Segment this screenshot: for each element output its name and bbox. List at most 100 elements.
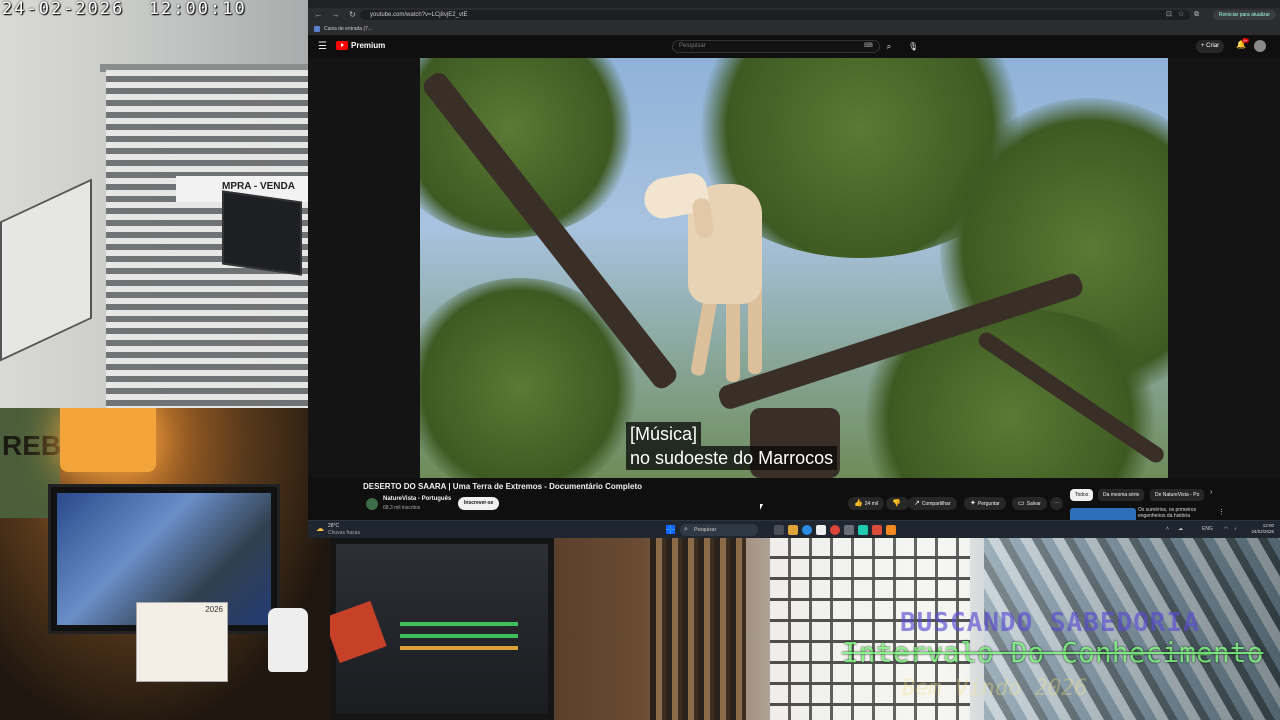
overlay-title-1: BUSCANDO SABEDORIA (900, 608, 1200, 638)
goat (641, 154, 804, 394)
channel-avatar[interactable] (366, 498, 378, 510)
weather-icon[interactable]: ☁ (316, 524, 324, 533)
channel-name[interactable]: NatureVista - Português (383, 496, 451, 502)
forward-icon[interactable]: → (331, 8, 340, 22)
notification-badge: 9+ (1242, 38, 1249, 43)
bookshelf (650, 538, 746, 720)
captions: [Música] no sudoeste do Marrocos (626, 422, 838, 470)
audio-track (400, 622, 518, 626)
avatar[interactable] (1254, 40, 1266, 52)
back-icon[interactable]: ← (314, 8, 323, 22)
audio-track (400, 634, 518, 638)
mouse-pointer-icon (760, 504, 763, 510)
reload-icon[interactable]: ↻ (348, 8, 357, 22)
tab-strip[interactable] (308, 0, 1280, 8)
overlay-title-3: Bem Vindo 2026 (902, 676, 1088, 701)
subscribe-button[interactable]: Inscrever-se (458, 497, 500, 510)
mail-icon (314, 25, 320, 32)
weather-temperature[interactable]: 28°C (328, 523, 339, 529)
edge-icon[interactable] (802, 525, 812, 535)
dislike-button[interactable]: 👎 (886, 497, 909, 510)
taskbar-search[interactable]: Pesquisar (680, 524, 758, 536)
store-icon[interactable] (816, 525, 826, 535)
caption-line-2: no sudoeste do Marrocos (626, 446, 838, 470)
video-player[interactable]: [Música] no sudoeste do Marrocos (308, 58, 1280, 478)
share-button[interactable]: ↗ Compartilhar (908, 497, 957, 510)
bookmark-inbox[interactable]: Caixa de entrada (7... (324, 26, 372, 32)
camera-feed-editor (330, 538, 554, 720)
app-icon[interactable] (872, 525, 882, 535)
tray-chevron-icon[interactable]: ˄ (1166, 525, 1169, 534)
caption-line-1: [Música] (626, 422, 702, 446)
save-icon: ▭ (1018, 500, 1025, 507)
restart-update-button[interactable]: Reiniciar para atualizar (1212, 10, 1276, 20)
bookmarks-bar: Caixa de entrada (7... (308, 22, 1280, 36)
bookmark-star-icon[interactable]: ☆ (1178, 10, 1184, 20)
video-frame[interactable]: [Música] no sudoeste do Marrocos (420, 58, 1168, 478)
camera-feed-desk: REB 2026 (0, 408, 330, 720)
save-label: Salvar (1026, 501, 1041, 507)
like-button[interactable]: 👍 24 mil (848, 497, 885, 510)
tray-cloud-icon[interactable]: ☁ (1178, 525, 1183, 534)
keyboard-icon[interactable]: ⌨ (864, 42, 873, 49)
vlc-icon[interactable] (886, 525, 896, 535)
search-input[interactable]: Pesquisar (672, 40, 880, 53)
address-bar-row: ← → ↻ youtube.com/watch?v=LCj8vjE2_vtE ⊡… (308, 8, 1280, 22)
more-vert-icon[interactable]: ⋮ (1218, 508, 1225, 516)
recommended-thumbnail[interactable] (1070, 508, 1136, 520)
bottle (268, 608, 308, 672)
file-explorer-icon[interactable] (788, 525, 798, 535)
more-actions-button[interactable]: ··· (1050, 497, 1063, 510)
save-button[interactable]: ▭ Salvar (1012, 497, 1047, 510)
youtube-logo[interactable]: Premium (336, 41, 385, 50)
extensions-icon[interactable]: ⧉ (1194, 10, 1199, 20)
create-button[interactable]: + Criar (1196, 40, 1225, 53)
youtube-logo-text: Premium (351, 41, 386, 50)
camera-feed-gate: MPRA - VENDA 24-02-2026 12:00:10 (0, 0, 308, 408)
recommended-title[interactable]: Os sumérios, os primeiros engenheiros da… (1138, 507, 1218, 519)
app-icon[interactable] (844, 525, 854, 535)
chip-from-channel[interactable]: De NatureVista - Po (1150, 489, 1205, 501)
task-view-icon[interactable] (774, 525, 784, 535)
thumbs-up-icon: 👍 (854, 500, 863, 507)
clock-date: 24/02/2026 (1251, 529, 1274, 534)
share-icon: ↗ (914, 500, 920, 507)
windows-start-icon[interactable] (666, 525, 675, 534)
poster-text: REB (2, 430, 62, 461)
search-icon: ⌕ (684, 526, 688, 533)
url-field[interactable]: youtube.com/watch?v=LCj8vjE2_vtE (360, 10, 1190, 20)
thumbs-down-icon: 👎 (892, 500, 901, 507)
hanging-laptop-left (0, 178, 92, 362)
youtube-header: ☰ Premium Pesquisar ⌨ ⌕ 🎙 + Criar 🔔 9+ (308, 36, 1280, 58)
taskbar: ☁ 28°C Chuvas fracas Pesquisar ⌕ ˄ ☁ ENG… (308, 520, 1280, 538)
browser-window: ← → ↻ youtube.com/watch?v=LCj8vjE2_vtE ⊡… (308, 0, 1280, 520)
weather-description[interactable]: Chuvas fracas (328, 530, 360, 536)
desk-calendar: 2026 (136, 602, 228, 682)
language-indicator[interactable]: ENG (1202, 525, 1213, 534)
app-icon[interactable] (858, 525, 868, 535)
wifi-icon[interactable]: ◠ (1224, 525, 1228, 534)
video-title: DESERTO DO SAARA | Uma Terra de Extremos… (363, 482, 643, 491)
volume-icon[interactable]: ♪ (1234, 525, 1237, 534)
sparkle-icon: ✦ (970, 500, 976, 507)
like-count: 24 mil (864, 501, 879, 507)
mic-icon[interactable]: 🎙 (908, 40, 918, 53)
camera-timestamp: 24-02-2026 12:00:10 (2, 0, 247, 19)
chip-all[interactable]: Todos (1070, 489, 1094, 501)
channel-subscribers: 68,3 mil inscritos (383, 505, 421, 511)
sale-sign-text: MPRA - VENDA (222, 181, 295, 192)
clock[interactable]: 12:00 24/02/2026 (1251, 523, 1274, 535)
chrome-icon[interactable] (830, 525, 840, 535)
overlay-title-2: Intervalo Do Conhecimento (842, 636, 1264, 669)
chip-same-series[interactable]: Da mesma série (1098, 489, 1145, 501)
menu-icon[interactable]: ☰ (318, 41, 327, 52)
ask-label: Perguntar (977, 501, 1000, 507)
chevron-right-icon[interactable]: › (1210, 489, 1212, 496)
install-icon[interactable]: ⊡ (1166, 10, 1172, 20)
share-label: Compartilhar (921, 501, 951, 507)
ask-button[interactable]: ✦ Perguntar (964, 497, 1006, 510)
audio-track (400, 646, 518, 650)
lamp (60, 408, 156, 472)
youtube-play-icon (336, 41, 348, 50)
search-button[interactable]: ⌕ (882, 40, 896, 53)
